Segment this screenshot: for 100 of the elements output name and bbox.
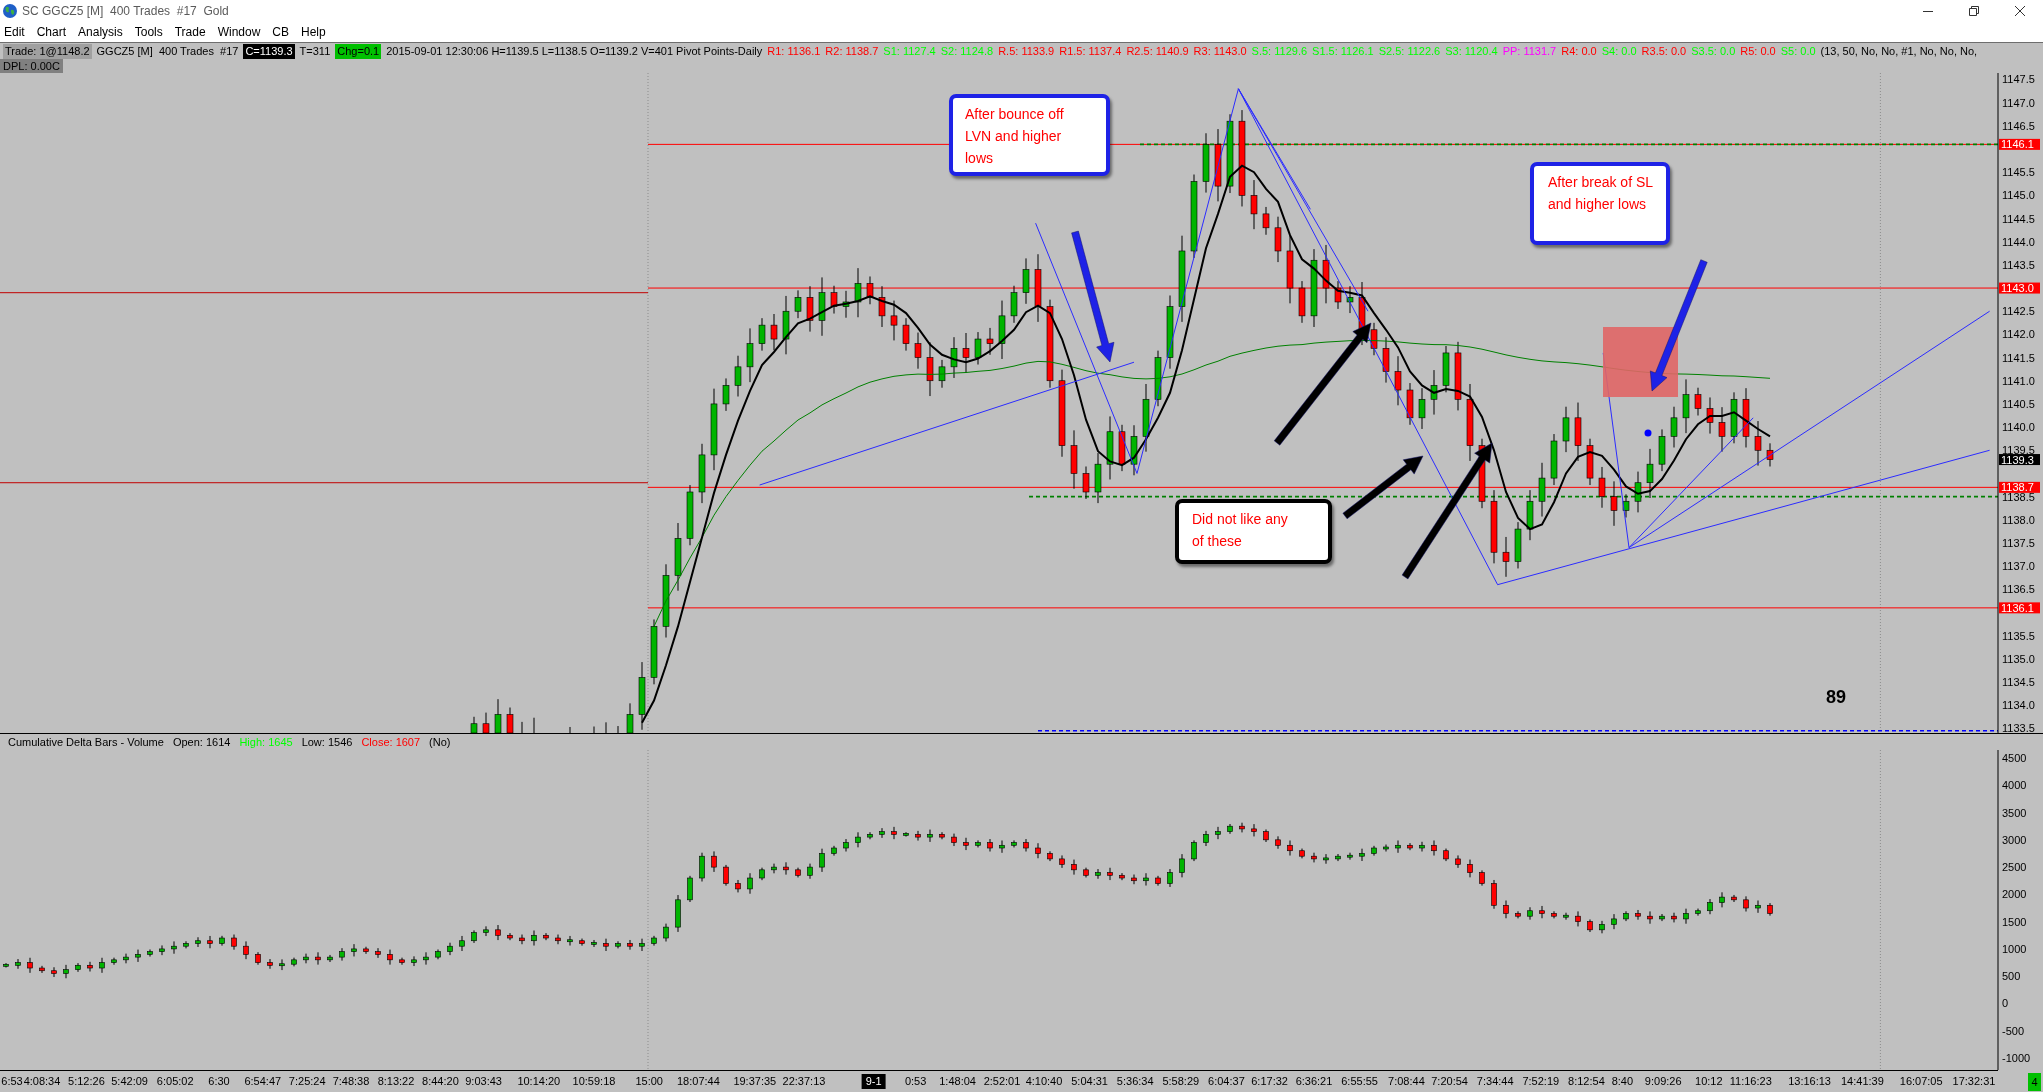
price-axis-label: 1143.5 [2002, 258, 2035, 271]
price-axis-label: 1147.0 [2002, 96, 2035, 109]
chart-info-text: T=311 [299, 43, 331, 59]
time-axis-label: 22:37:13 [782, 1075, 826, 1087]
menu-item[interactable]: Edit [4, 24, 25, 40]
price-axis-label: 1135.5 [2002, 629, 2035, 642]
restore-icon [1969, 6, 1979, 16]
delta-axis-label: 3000 [2002, 833, 2027, 846]
chart-info-text: R4: 0.0 [1561, 43, 1597, 59]
price-axis-label: 1138.0 [2002, 513, 2035, 526]
chart-info-text: C=1139.3 [243, 43, 295, 59]
menu-item[interactable]: Trade [174, 24, 206, 40]
chart-info-text: Trade: 1@1148.2 [3, 43, 92, 59]
minimize-icon [1923, 10, 1933, 12]
price-axis-label: 1133.5 [2002, 722, 2035, 733]
time-axis-label: 8:13:22 [377, 1075, 415, 1087]
time-axis-label: 6:17:32 [1251, 1075, 1288, 1087]
chart-info-text: R3.5: 0.0 [1641, 43, 1687, 59]
chart-info-text: GGCZ5 [M] 400 Trades #17 [96, 43, 239, 59]
time-axis-label: 7:52:19 [1522, 1075, 1560, 1087]
price-axis-label: 1140.0 [2002, 421, 2035, 434]
delta-axis-label: 1000 [2002, 942, 2027, 955]
price-axis-label: 1137.0 [2002, 560, 2035, 573]
menu-item[interactable]: Window [217, 24, 261, 40]
menu-item[interactable]: Analysis [78, 24, 123, 40]
time-axis-label: 9:03:43 [465, 1075, 502, 1087]
time-axis-label: 5:12:26 [68, 1075, 105, 1087]
delta-axis-label: 1500 [2002, 915, 2027, 928]
chart-info-text: R3: 1143.0 [1193, 43, 1247, 59]
chart-info-text: PP: 1131.7 [1502, 43, 1557, 59]
time-axis-label: 18:07:44 [677, 1075, 720, 1087]
price-axis-label: 1134.5 [2002, 676, 2035, 688]
time-axis-label: 5:58:29 [1162, 1075, 1200, 1087]
chart-info-text: (13, 50, No, No, #1, No, No, No, [1820, 43, 1978, 59]
date-label: 9-1 [861, 1074, 886, 1089]
time-axis-label: 8:44:20 [422, 1075, 459, 1087]
delta-axis-label: -1000 [2002, 1052, 2031, 1065]
price-axis-label: 1137.5 [2002, 536, 2035, 549]
menu-item[interactable]: Tools [134, 24, 163, 40]
price-axis-label: 1134.0 [2002, 699, 2035, 712]
chart-info-text: R.5: 1133.9 [998, 43, 1055, 59]
price-axis-label: 1135.0 [2002, 652, 2035, 665]
time-axis-label: 6:54:47 [244, 1075, 282, 1087]
delta-axis-label: 4500 [2002, 752, 2027, 764]
time-axis-label: 6:53 [1, 1075, 23, 1087]
price-axis-label: 1144.0 [2002, 235, 2035, 248]
time-axis-label: 6:30 [208, 1075, 230, 1087]
price-marker: 1138.7 [1999, 481, 2040, 494]
dpl-readout: DPL: 0.00C [0, 59, 63, 73]
time-axis-label: 6:05:02 [156, 1075, 194, 1087]
window-title: SC GGCZ5 [M] 400 Trades #17 Gold [22, 3, 229, 20]
chart-info-text: S3.5: 0.0 [1691, 43, 1736, 59]
time-axis-label: 7:20:54 [1431, 1075, 1468, 1087]
time-axis-label: 4:08:34 [23, 1075, 61, 1087]
price-marker: 1139.3 [1999, 453, 2040, 466]
chart-info-text: S2: 1124.8 [940, 43, 994, 59]
delta-axis-label: 2000 [2002, 888, 2027, 901]
chart-info-text: S1.5: 1126.1 [1312, 43, 1374, 59]
menu-item[interactable]: CB [272, 24, 289, 40]
price-axis-label: 1140.5 [2002, 397, 2035, 410]
menu-item[interactable]: Help [301, 24, 326, 40]
time-axis-label: 5:04:31 [1071, 1075, 1108, 1087]
price-axis-label: 1145.5 [2002, 166, 2035, 179]
price-axis-label: 1141.0 [2002, 374, 2035, 387]
time-axis-label: 11:16:23 [1729, 1075, 1772, 1087]
time-axis-label: 4:10:40 [1025, 1075, 1063, 1087]
price-marker: 1136.1 [1999, 601, 2040, 614]
time-axis-label: 10:14:20 [517, 1075, 561, 1087]
time-axis-label: 6:36:21 [1295, 1075, 1333, 1087]
chart-info-text: S2.5: 1122.6 [1378, 43, 1441, 59]
menu-item[interactable]: Chart [36, 24, 67, 40]
price-marker: 1143.0 [1999, 282, 2040, 295]
time-axis-label: 1:48:04 [939, 1075, 976, 1087]
study-reading: Open: 1614 [172, 734, 231, 750]
price-axis-label: 1145.0 [2002, 189, 2035, 202]
delta-axis-label: 0 [2002, 997, 2009, 1010]
chart-info-text: S3: 1120.4 [1445, 43, 1498, 59]
price-axis-label: 1142.5 [2002, 305, 2035, 318]
time-axis-label: 14:41:39 [1841, 1075, 1884, 1087]
price-axis-label: 1136.5 [2002, 583, 2035, 596]
time-axis-label: 8:12:54 [1568, 1075, 1605, 1087]
time-axis-label: 13:16:13 [1788, 1075, 1831, 1087]
time-axis-label: 0:53 [904, 1075, 927, 1087]
chart-info-text: R2: 1138.7 [825, 43, 879, 59]
chart-info-text: R1: 1136.1 [767, 43, 821, 59]
price-axis-label: 1146.5 [2002, 119, 2035, 132]
time-axis-label: 7:34:44 [1476, 1075, 1514, 1087]
price-axis-label: 1141.5 [2002, 351, 2035, 364]
time-axis-label: 2:52:01 [983, 1075, 1021, 1087]
time-axis-label: 9:09:26 [1644, 1075, 1682, 1087]
time-axis-label: 19:37:35 [733, 1075, 777, 1087]
time-axis-label: 5:36:34 [1116, 1075, 1154, 1087]
time-axis-label: 15:00 [635, 1075, 663, 1087]
globe-icon [3, 4, 17, 18]
delta-axis-label: 4000 [2002, 779, 2027, 792]
chart-info-text: R5: 0.0 [1740, 43, 1776, 59]
delta-axis-label: 2500 [2002, 861, 2027, 874]
price-marker: 1146.1 [1999, 138, 2040, 151]
chart-info-text: S5: 0.0 [1780, 43, 1816, 59]
time-axis-label: 6:04:37 [1208, 1075, 1245, 1087]
